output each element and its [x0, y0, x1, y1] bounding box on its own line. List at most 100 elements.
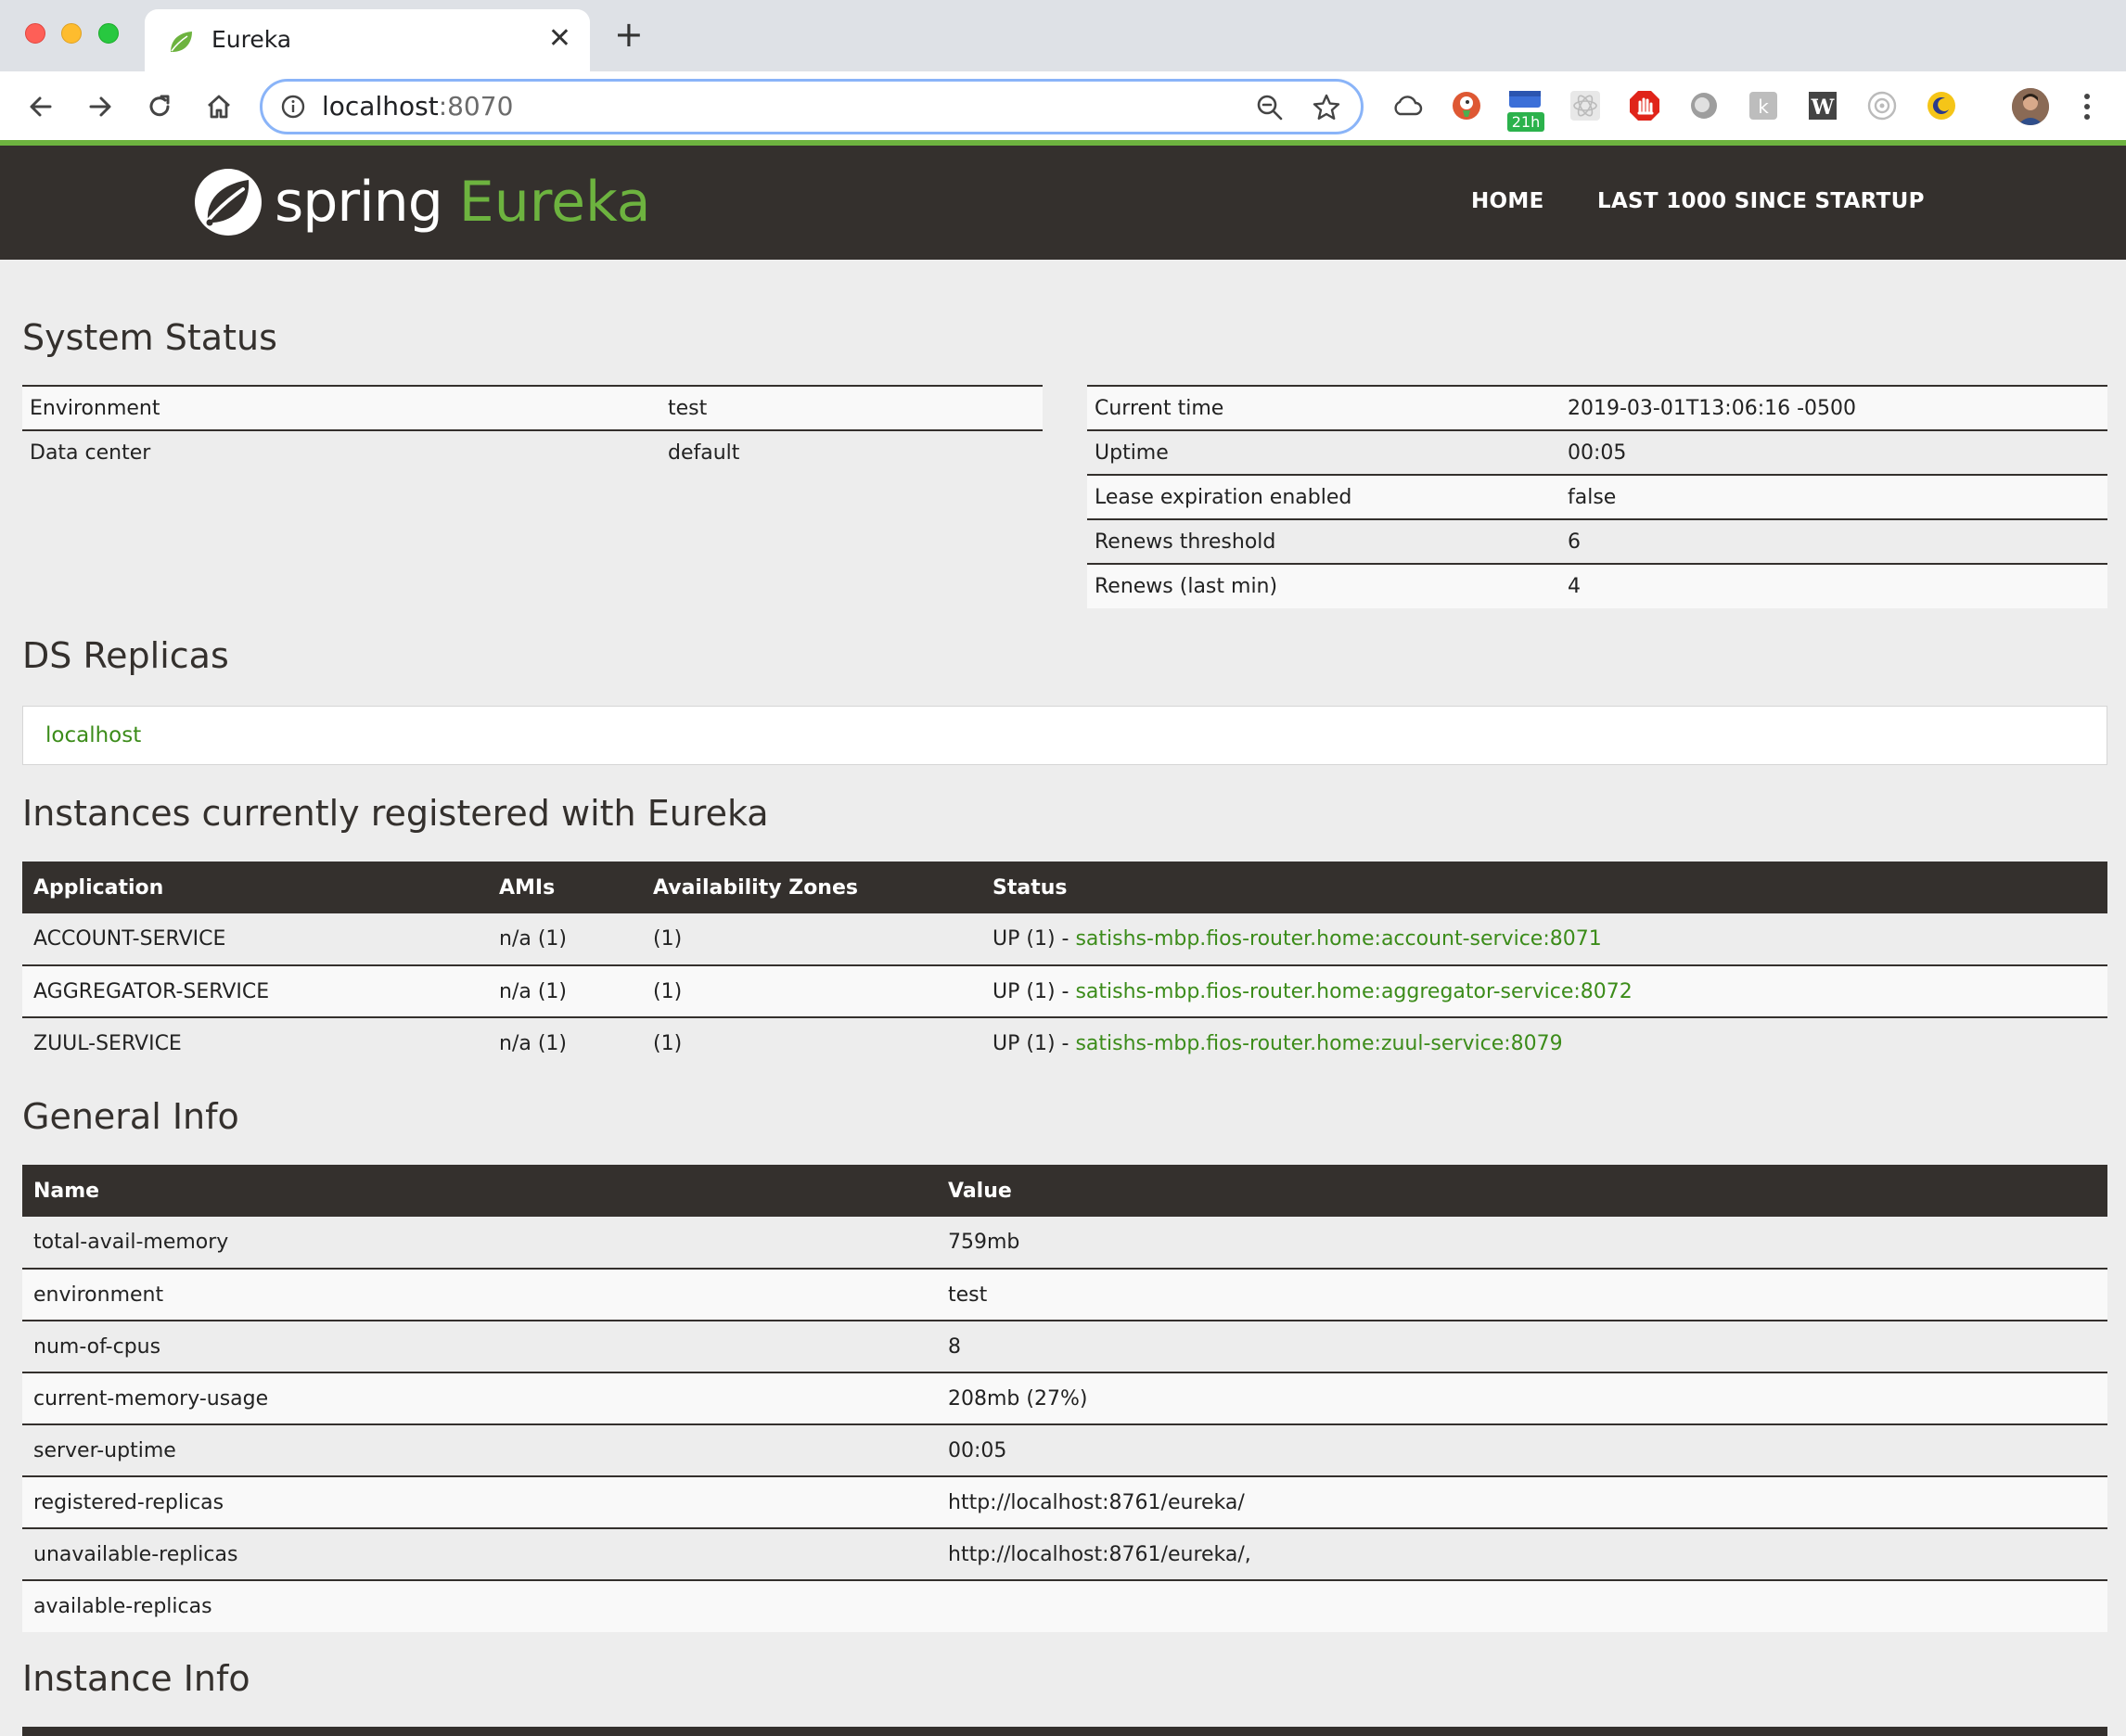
- status-cell: UP (1) - satishs-mbp.fios-router.home:ac…: [981, 913, 2107, 966]
- amis: n/a (1): [488, 1017, 642, 1069]
- reload-icon[interactable]: [139, 86, 180, 127]
- browser-tab-active[interactable]: Eureka ✕: [145, 9, 590, 71]
- ds-replicas-box: localhost: [22, 706, 2107, 765]
- spring-eureka-logo[interactable]: spring Eureka: [193, 162, 650, 242]
- table-row: total-avail-memory 759mb: [22, 1217, 2107, 1270]
- status-key: Uptime: [1087, 429, 1560, 475]
- column-header: Application: [22, 862, 488, 913]
- logo-eureka-text: Eureka: [458, 170, 651, 235]
- info-value: 00:05: [937, 1424, 2107, 1477]
- table-row: server-uptime 00:05: [22, 1424, 2107, 1477]
- status-key: Environment: [22, 385, 660, 430]
- column-header: Status: [981, 862, 2107, 913]
- table-row: unavailable-replicas http://localhost:87…: [22, 1528, 2107, 1581]
- status-key: Data center: [22, 429, 660, 475]
- instance-info-heading: Instance Info: [22, 1658, 250, 1699]
- adblock-extension-icon[interactable]: [1627, 88, 1662, 123]
- general-info-heading: General Info: [22, 1096, 239, 1137]
- svg-text:W: W: [1811, 96, 1835, 120]
- table-row: ZUUL-SERVICE n/a (1) (1) UP (1) - satish…: [22, 1017, 2107, 1069]
- status-key: Renews (last min): [1087, 563, 1560, 608]
- status-text: UP (1) -: [993, 927, 1076, 951]
- amis: n/a (1): [488, 913, 642, 966]
- status-key: Renews threshold: [1087, 518, 1560, 564]
- tab-close-icon[interactable]: ✕: [548, 22, 571, 55]
- table-row: current-memory-usage 208mb (27%): [22, 1372, 2107, 1425]
- info-value: [937, 1580, 2107, 1632]
- zoom-out-icon[interactable]: [1255, 93, 1285, 122]
- status-key: Current time: [1087, 385, 1560, 430]
- app-name: ZUUL-SERVICE: [22, 1017, 488, 1069]
- info-value: http://localhost:8761/eureka/: [937, 1476, 2107, 1529]
- info-value: 8: [937, 1321, 2107, 1373]
- status-value: 4: [1560, 563, 2107, 608]
- table-row: registered-replicas http://localhost:876…: [22, 1476, 2107, 1529]
- status-row: Current time 2019-03-01T13:06:16 -0500: [1087, 385, 2107, 430]
- address-bar[interactable]: localhost:8070: [260, 79, 1364, 134]
- status-row: Environment test: [22, 385, 1043, 430]
- status-text: UP (1) -: [993, 1032, 1076, 1055]
- instances-table: Application AMIs Availability Zones Stat…: [22, 862, 2107, 1069]
- gray-circle-extension-icon[interactable]: [1686, 88, 1722, 123]
- status-text: UP (1) -: [993, 979, 1076, 1003]
- profile-avatar[interactable]: [2012, 88, 2049, 125]
- ds-replicas-heading: DS Replicas: [22, 635, 229, 676]
- status-value: test: [660, 385, 1043, 430]
- system-status-heading: System Status: [22, 317, 277, 358]
- status-value: default: [660, 429, 1043, 475]
- browser-toolbar: localhost:8070 k W: [0, 71, 2126, 194]
- url-port: :8070: [438, 91, 514, 121]
- info-name: registered-replicas: [22, 1476, 937, 1529]
- back-icon[interactable]: [20, 86, 61, 127]
- column-header: Value: [937, 1165, 2107, 1217]
- window-close-button[interactable]: [25, 23, 45, 44]
- nav-last1000-link[interactable]: LAST 1000 SINCE STARTUP: [1597, 189, 1925, 213]
- spring-leaf-icon: [171, 32, 192, 52]
- nav-home-link[interactable]: HOME: [1471, 189, 1544, 213]
- status-value: 00:05: [1560, 429, 2107, 475]
- zones: (1): [642, 1017, 981, 1069]
- url-text: localhost:8070: [322, 91, 513, 121]
- status-row: Uptime 00:05: [1087, 429, 2107, 475]
- wikipedia-extension-icon[interactable]: W: [1805, 88, 1840, 123]
- duckduckgo-extension-icon[interactable]: [1449, 88, 1484, 123]
- table-header-row: Application AMIs Availability Zones Stat…: [22, 862, 2107, 913]
- spring-logo-icon: [195, 169, 262, 236]
- column-header: AMIs: [488, 862, 642, 913]
- window-minimize-button[interactable]: [61, 23, 82, 44]
- table-row: available-replicas: [22, 1580, 2107, 1632]
- svg-text:k: k: [1758, 96, 1769, 118]
- instance-link[interactable]: satishs-mbp.fios-router.home:zuul-servic…: [1075, 1032, 1562, 1055]
- instances-heading: Instances currently registered with Eure…: [22, 793, 769, 834]
- react-devtools-icon[interactable]: [1568, 88, 1603, 123]
- column-header: Availability Zones: [642, 862, 981, 913]
- info-name: total-avail-memory: [22, 1217, 937, 1270]
- replica-link[interactable]: localhost: [45, 723, 141, 747]
- info-value: test: [937, 1269, 2107, 1321]
- table-row: num-of-cpus 8: [22, 1321, 2107, 1373]
- new-tab-icon[interactable]: +: [614, 17, 644, 52]
- status-cell: UP (1) - satishs-mbp.fios-router.home:zu…: [981, 1017, 2107, 1069]
- site-info-icon[interactable]: [279, 93, 307, 121]
- chrome-menu-icon[interactable]: [2078, 90, 2096, 123]
- info-value: http://localhost:8761/eureka/,: [937, 1528, 2107, 1581]
- night-mode-extension-icon[interactable]: [1924, 88, 1959, 123]
- table-row: AGGREGATOR-SERVICE n/a (1) (1) UP (1) - …: [22, 965, 2107, 1018]
- info-value: 208mb (27%): [937, 1372, 2107, 1425]
- keyword-extension-icon[interactable]: k: [1746, 88, 1781, 123]
- eureka-navbar: spring Eureka HOME LAST 1000 SINCE START…: [0, 146, 2126, 260]
- forward-icon[interactable]: [80, 86, 121, 127]
- status-key: Lease expiration enabled: [1087, 474, 1560, 519]
- instance-link[interactable]: satishs-mbp.fios-router.home:aggregator-…: [1075, 980, 1632, 1003]
- instance-info-table-header: [22, 1727, 2107, 1736]
- zones: (1): [642, 965, 981, 1018]
- target-extension-icon[interactable]: [1864, 88, 1900, 123]
- bookmark-star-icon[interactable]: [1311, 92, 1342, 123]
- window-zoom-button[interactable]: [98, 23, 119, 44]
- status-row: Data center default: [22, 429, 1043, 475]
- home-icon[interactable]: [199, 86, 239, 127]
- cloud-extension-icon[interactable]: [1390, 88, 1425, 123]
- instance-link[interactable]: satishs-mbp.fios-router.home:account-ser…: [1075, 927, 1601, 951]
- info-value: 759mb: [937, 1217, 2107, 1270]
- app-name: ACCOUNT-SERVICE: [22, 913, 488, 966]
